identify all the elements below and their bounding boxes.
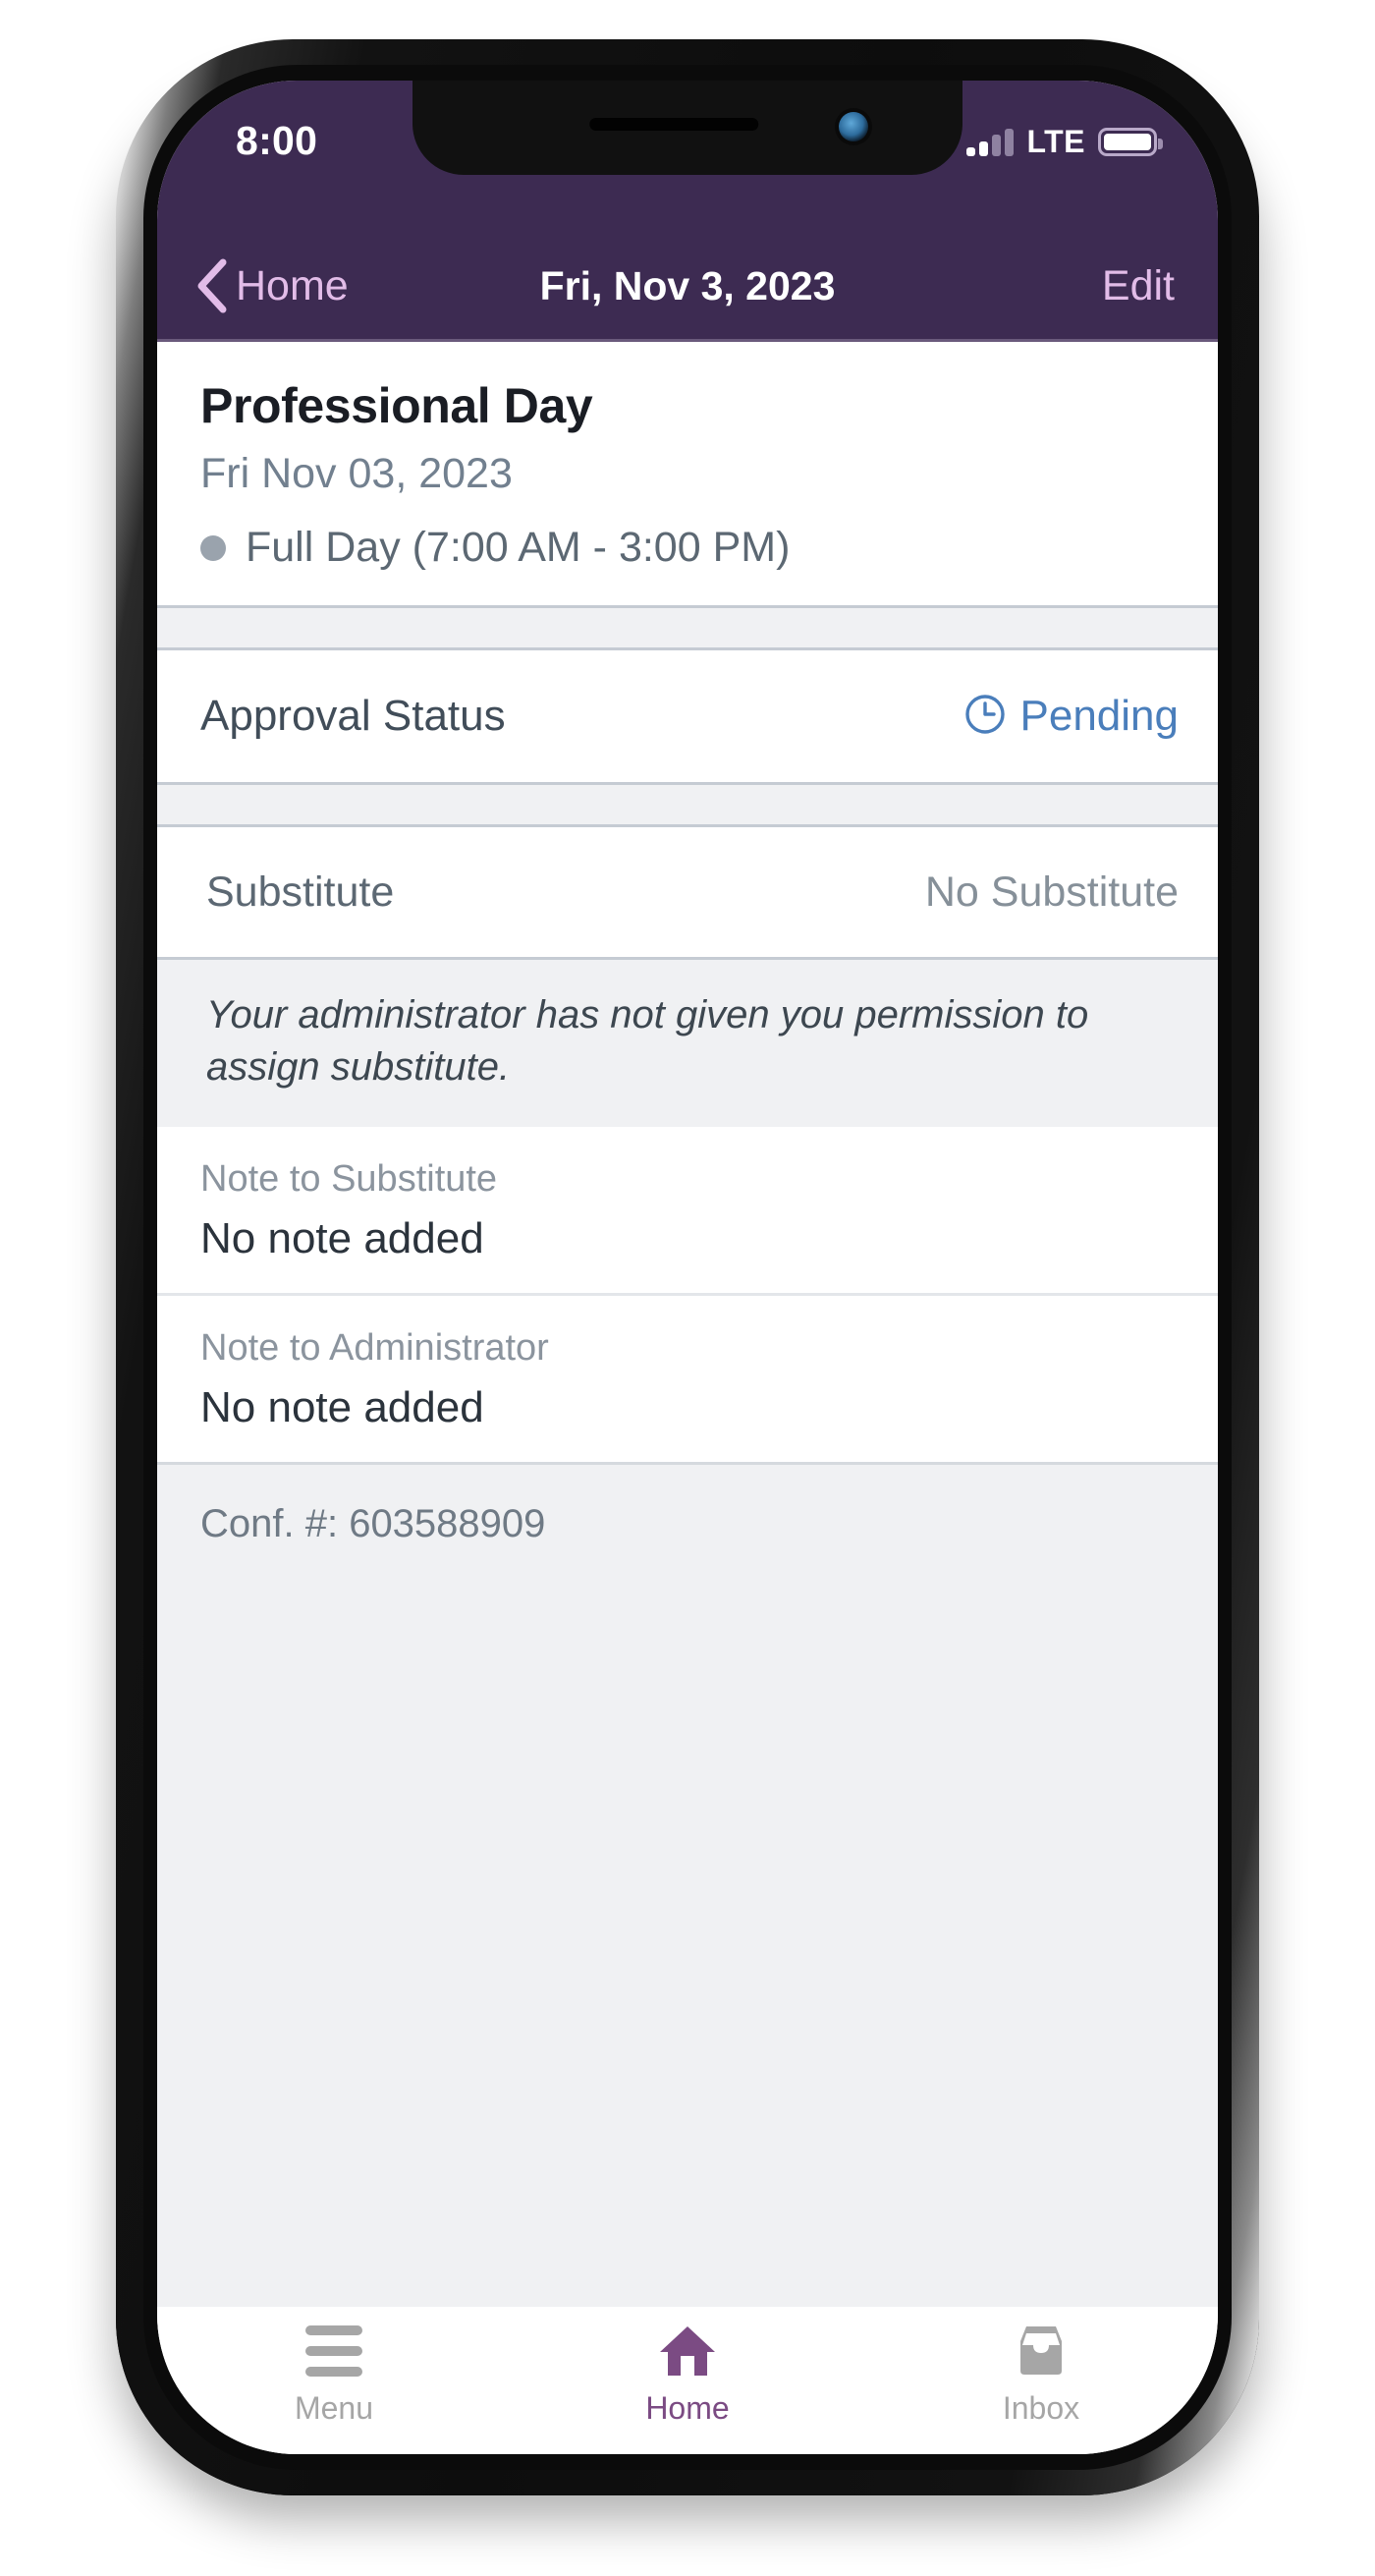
- battery-fill: [1104, 134, 1151, 150]
- clock-icon: [963, 693, 1007, 741]
- battery-full-icon: [1098, 128, 1163, 156]
- device-stage: 8:00 LTE Fri, Nov 3, 2023 Home Edit Prof…: [0, 0, 1375, 2576]
- tab-inbox[interactable]: Inbox: [864, 2307, 1218, 2454]
- home-icon: [658, 2324, 717, 2379]
- inbox-tray-icon: [1013, 2324, 1070, 2379]
- event-duration: Full Day (7:00 AM - 3:00 PM): [246, 524, 791, 571]
- section-spacer: [157, 782, 1218, 827]
- tab-inbox-label: Inbox: [1002, 2389, 1080, 2426]
- front-camera-icon: [839, 112, 868, 141]
- tab-menu-label: Menu: [294, 2389, 374, 2426]
- approval-status-value-wrap: Pending: [963, 692, 1179, 741]
- hamburger-menu-icon: [305, 2324, 362, 2379]
- note-to-substitute-block[interactable]: Note to Substitute No note added: [157, 1126, 1218, 1293]
- section-spacer: [157, 605, 1218, 650]
- note-to-administrator-label: Note to Administrator: [200, 1326, 549, 1369]
- back-button[interactable]: Home: [194, 230, 349, 342]
- notch: [412, 81, 962, 175]
- confirmation-block: Conf. #: 603588909: [157, 1461, 1218, 1884]
- phone-screen: 8:00 LTE Fri, Nov 3, 2023 Home Edit Prof…: [157, 81, 1218, 2454]
- status-badge: Pending: [1019, 692, 1179, 740]
- earpiece-speaker-icon: [589, 118, 759, 131]
- bottom-tab-bar: Menu Home Inbox: [157, 2307, 1218, 2454]
- event-header: Professional Day Fri Nov 03, 2023 Full D…: [157, 342, 1218, 605]
- note-to-administrator-value: No note added: [200, 1382, 484, 1431]
- substitute-row[interactable]: Substitute No Substitute: [157, 827, 1218, 957]
- event-duration-row: Full Day (7:00 AM - 3:00 PM): [200, 524, 1175, 572]
- detail-content: Professional Day Fri Nov 03, 2023 Full D…: [157, 342, 1218, 2307]
- status-dot-icon: [200, 534, 226, 561]
- approval-status-label: Approval Status: [200, 692, 506, 740]
- signal-bars-icon: [966, 128, 1015, 156]
- tab-home-label: Home: [645, 2389, 730, 2426]
- note-to-substitute-label: Note to Substitute: [200, 1157, 498, 1200]
- edit-button[interactable]: Edit: [1102, 230, 1175, 342]
- network-type-label: LTE: [1026, 124, 1085, 159]
- event-title: Professional Day: [200, 378, 593, 433]
- tab-home[interactable]: Home: [511, 2307, 864, 2454]
- back-button-label: Home: [236, 261, 349, 309]
- approval-status-row[interactable]: Approval Status Pending: [157, 650, 1218, 782]
- confirmation-number: Conf. #: 603588909: [200, 1501, 546, 1545]
- status-bar-time: 8:00: [236, 118, 318, 163]
- note-to-substitute-value: No note added: [200, 1213, 484, 1262]
- status-bar: 8:00 LTE: [157, 81, 1218, 230]
- note-to-administrator-block[interactable]: Note to Administrator No note added: [157, 1292, 1218, 1462]
- navigation-bar: Fri, Nov 3, 2023 Home Edit: [157, 230, 1218, 342]
- status-bar-indicators: LTE: [966, 124, 1163, 160]
- substitute-value: No Substitute: [924, 868, 1179, 916]
- tab-menu[interactable]: Menu: [157, 2307, 511, 2454]
- permission-note: Your administrator has not given you per…: [157, 957, 1218, 1127]
- event-date: Fri Nov 03, 2023: [200, 450, 513, 497]
- chevron-left-icon: [194, 258, 228, 313]
- substitute-label: Substitute: [206, 868, 395, 916]
